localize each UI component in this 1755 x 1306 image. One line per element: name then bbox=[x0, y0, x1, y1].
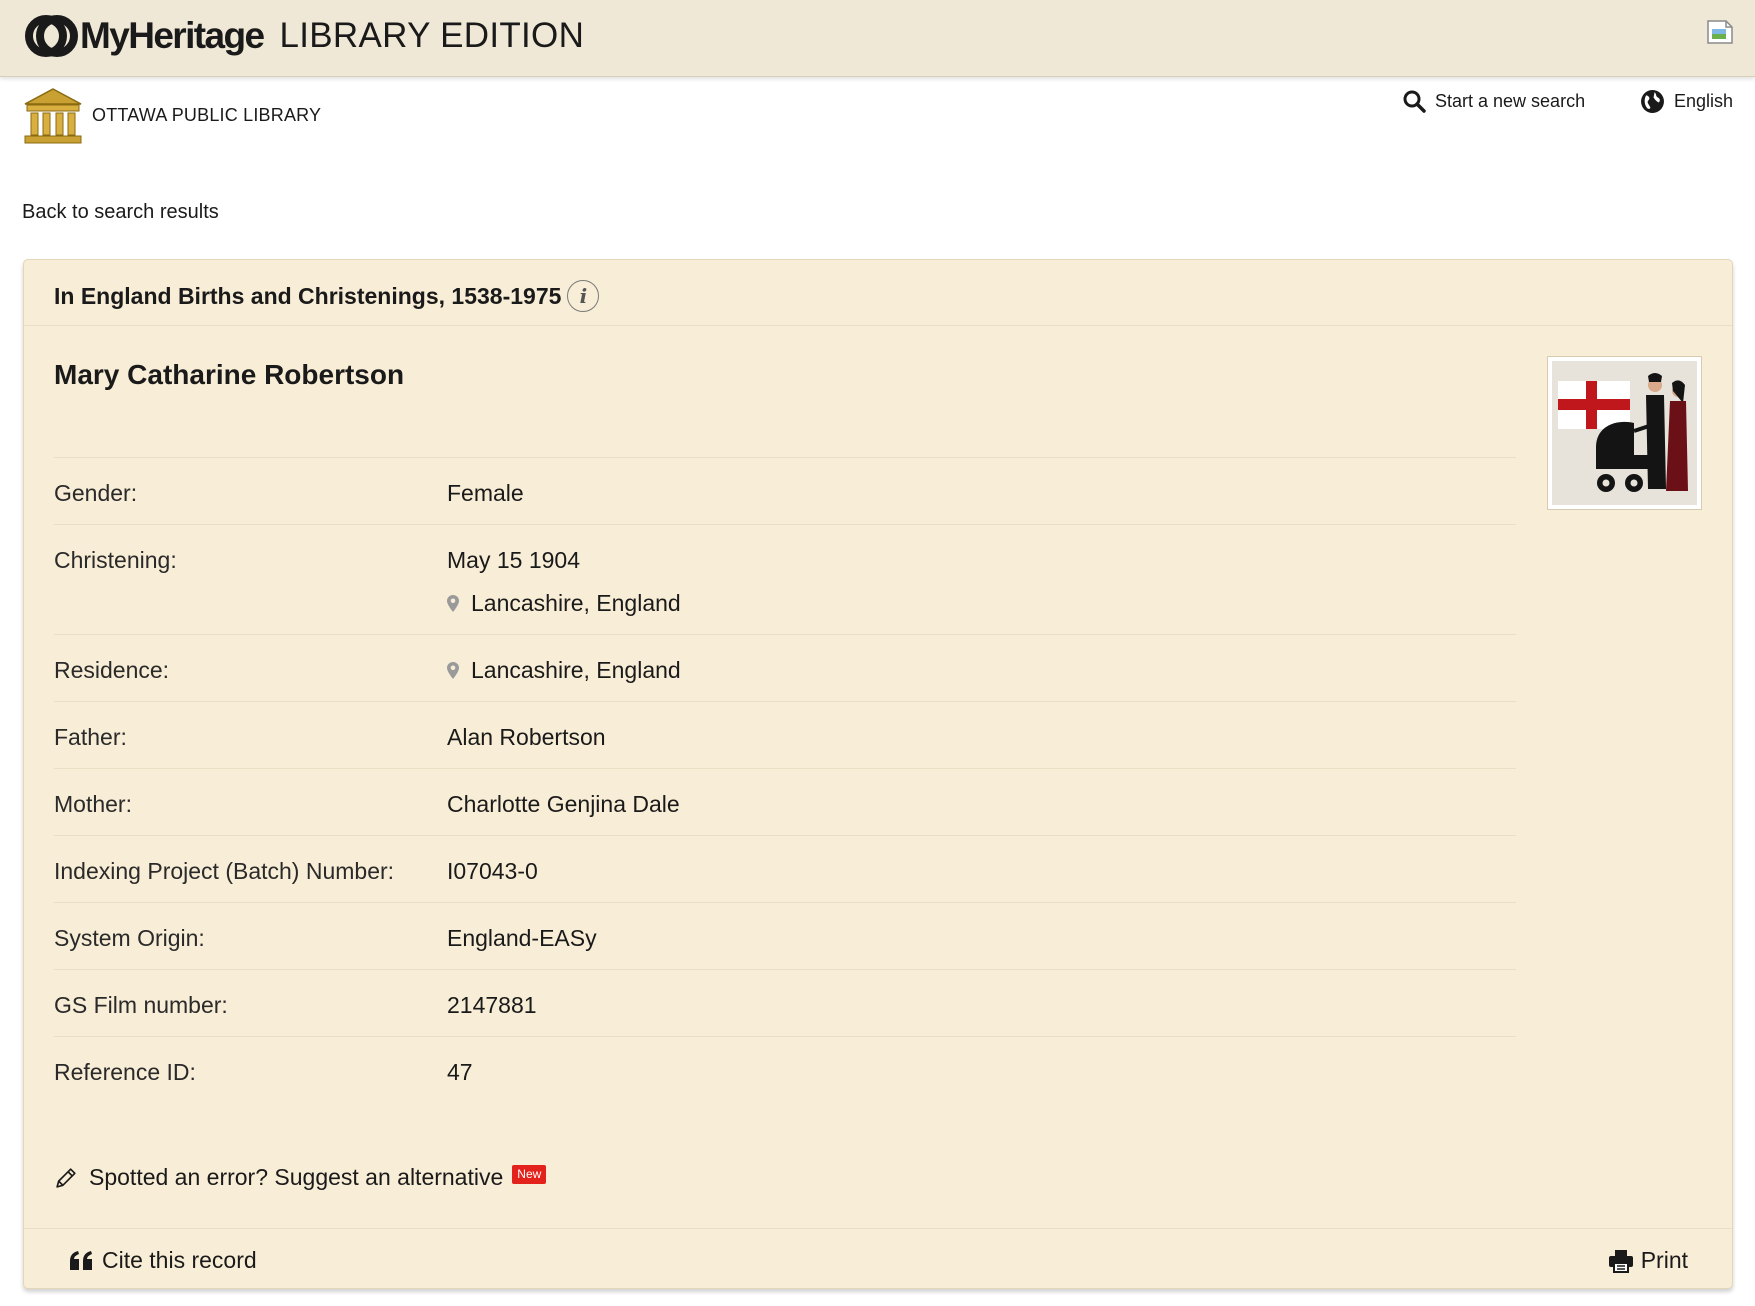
field-value: Charlotte Genjina Dale bbox=[447, 791, 680, 817]
brand-logo[interactable]: MyHeritage LIBRARY EDITION bbox=[24, 12, 584, 60]
field-label: System Origin: bbox=[54, 925, 205, 951]
pencil-icon bbox=[56, 1168, 76, 1188]
field-row-father: Father: Alan Robertson bbox=[54, 701, 1516, 768]
library-name: OTTAWA PUBLIC LIBRARY bbox=[92, 105, 322, 125]
collection-title-text: In England Births and Christenings, 1538… bbox=[54, 282, 562, 309]
myheritage-logo-icon bbox=[25, 15, 78, 57]
field-label: Christening: bbox=[54, 547, 177, 573]
globe-icon bbox=[1641, 90, 1664, 113]
top-bar: MyHeritage LIBRARY EDITION bbox=[0, 0, 1755, 77]
language-selector[interactable]: English bbox=[1640, 89, 1733, 114]
field-row-mother: Mother: Charlotte Genjina Dale bbox=[54, 768, 1516, 835]
print-label: Print bbox=[1640, 1247, 1688, 1273]
broken-image-icon bbox=[1707, 20, 1733, 44]
print-button[interactable]: Print bbox=[1608, 1247, 1688, 1274]
info-icon[interactable]: i bbox=[567, 280, 600, 312]
quote-icon bbox=[70, 1251, 92, 1270]
field-place-text: Lancashire, England bbox=[471, 590, 681, 616]
suggest-alternative-label: Spotted an error? Suggest an alternative bbox=[89, 1164, 504, 1190]
collection-title[interactable]: In England Births and Christenings, 1538… bbox=[54, 280, 600, 312]
field-value: I07043-0 bbox=[447, 858, 538, 884]
library-building-icon bbox=[24, 88, 82, 144]
field-row-film-number: GS Film number: 2147881 bbox=[54, 969, 1516, 1036]
record-card-footer: Cite this record Print bbox=[24, 1228, 1732, 1290]
field-place[interactable]: Lancashire, England bbox=[447, 590, 681, 617]
start-new-search-label: Start a new search bbox=[1435, 90, 1586, 111]
cite-record-label: Cite this record bbox=[102, 1247, 257, 1273]
field-row-batch-number: Indexing Project (Batch) Number: I07043-… bbox=[54, 835, 1516, 902]
back-to-results-link[interactable]: Back to search results bbox=[22, 201, 219, 224]
language-label: English bbox=[1674, 91, 1734, 111]
field-row-system-origin: System Origin: England-EASy bbox=[54, 902, 1516, 969]
edition-label: LIBRARY EDITION bbox=[279, 16, 585, 55]
record-card: In England Births and Christenings, 1538… bbox=[23, 259, 1733, 1289]
collection-thumbnail[interactable] bbox=[1547, 356, 1702, 510]
field-value: 47 bbox=[447, 1059, 473, 1085]
field-label: Residence: bbox=[54, 657, 170, 683]
start-new-search-link[interactable]: Start a new search bbox=[1402, 89, 1585, 113]
field-value: Female bbox=[447, 480, 524, 506]
new-badge: New bbox=[512, 1165, 547, 1184]
field-row-reference-id: Reference ID: 47 bbox=[54, 1036, 1516, 1103]
search-icon bbox=[1403, 90, 1426, 113]
printer-icon bbox=[1608, 1249, 1633, 1273]
field-row-christening: Christening: May 15 1904 Lancashire, Eng… bbox=[54, 524, 1516, 634]
field-row-residence: Residence: Lancashire, England bbox=[54, 634, 1516, 701]
field-label: Father: bbox=[54, 724, 127, 750]
birth-christening-illustration-icon bbox=[1552, 361, 1697, 505]
record-fields: Gender: Female Christening: May 15 1904 … bbox=[54, 457, 1516, 1103]
field-row-gender: Gender: Female bbox=[54, 457, 1516, 524]
field-value: May 15 1904 bbox=[447, 547, 580, 573]
field-label: Reference ID: bbox=[54, 1059, 196, 1085]
person-name: Mary Catharine Robertson bbox=[54, 359, 405, 390]
suggest-alternative-link[interactable]: Spotted an error? Suggest an alternative… bbox=[54, 1164, 547, 1191]
field-place-text: Lancashire, England bbox=[471, 657, 681, 683]
field-label: Indexing Project (Batch) Number: bbox=[54, 858, 395, 884]
field-value: Alan Robertson bbox=[447, 724, 606, 750]
location-pin-icon bbox=[447, 662, 459, 679]
field-label: Gender: bbox=[54, 480, 138, 506]
location-pin-icon bbox=[447, 595, 459, 612]
record-card-header: In England Births and Christenings, 1538… bbox=[24, 260, 1732, 326]
brand-name: MyHeritage bbox=[80, 15, 265, 56]
field-label: Mother: bbox=[54, 791, 132, 817]
field-value: 2147881 bbox=[447, 992, 537, 1018]
field-place[interactable]: Lancashire, England bbox=[447, 657, 681, 684]
field-label: GS Film number: bbox=[54, 992, 228, 1018]
field-value: England-EASy bbox=[447, 925, 597, 951]
cite-record-button[interactable]: Cite this record bbox=[69, 1247, 257, 1274]
